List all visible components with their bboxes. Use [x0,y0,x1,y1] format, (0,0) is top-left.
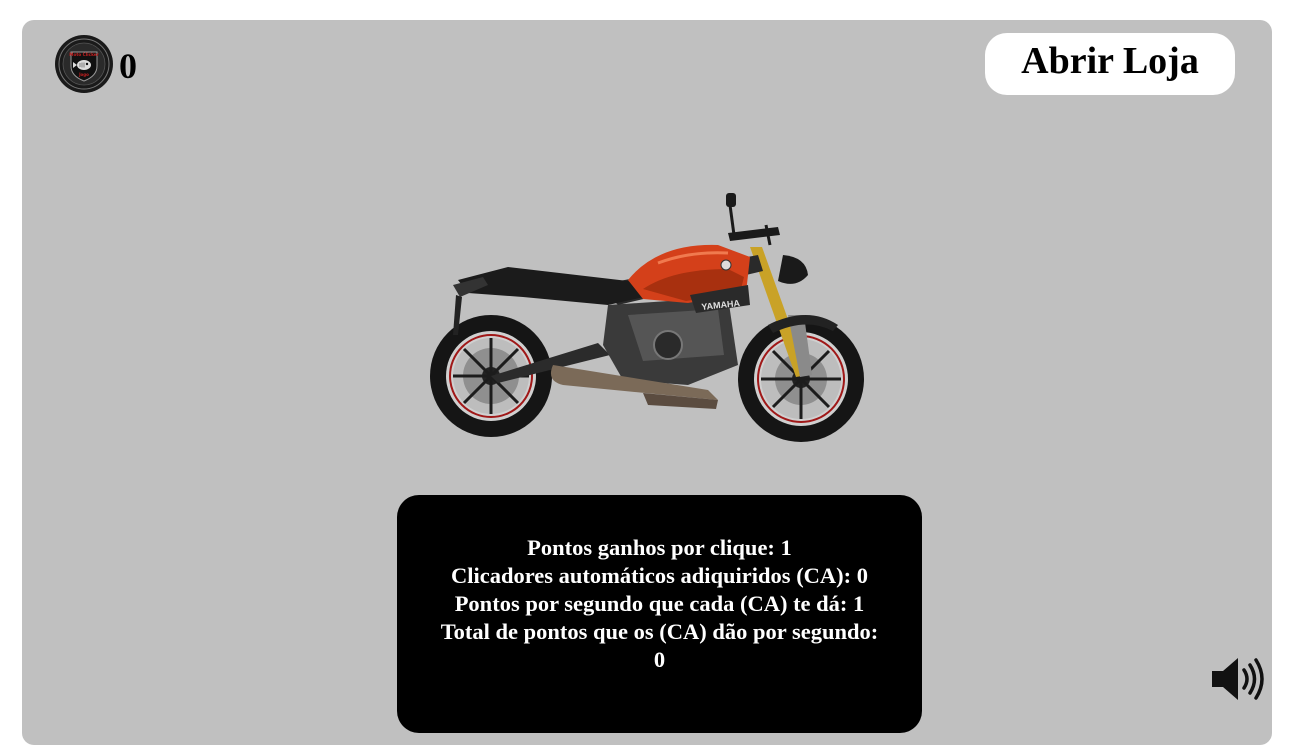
stats-panel: Pontos ganhos por clique: 1 Clicadores a… [397,495,922,733]
points-per-second-each: Pontos por segundo que cada (CA) te dá: … [454,591,865,616]
auto-clickers-owned: Clicadores automáticos adiquiridos (CA):… [450,563,869,588]
volume-icon[interactable] [1210,656,1266,702]
points-per-click: Pontos ganhos por clique: 1 [527,535,792,560]
motorcycle-click-target[interactable]: YAMAHA [428,185,874,445]
total-points-per-second-value: 0 [653,647,666,672]
badge-bottom-text: Jogo [78,72,89,77]
club-badge-icon: Moto Clicker Jogo [55,35,113,93]
badge-top-text: Moto Clicker [69,52,99,57]
game-area: Moto Clicker Jogo 0 Abrir Loja YAMAHA Po… [22,20,1272,745]
score-display: Moto Clicker Jogo 0 [54,34,137,94]
total-points-per-second-label: Total de pontos que os (CA) dão por segu… [440,619,879,644]
open-shop-button[interactable]: Abrir Loja [985,33,1235,95]
score-value: 0 [119,46,137,86]
